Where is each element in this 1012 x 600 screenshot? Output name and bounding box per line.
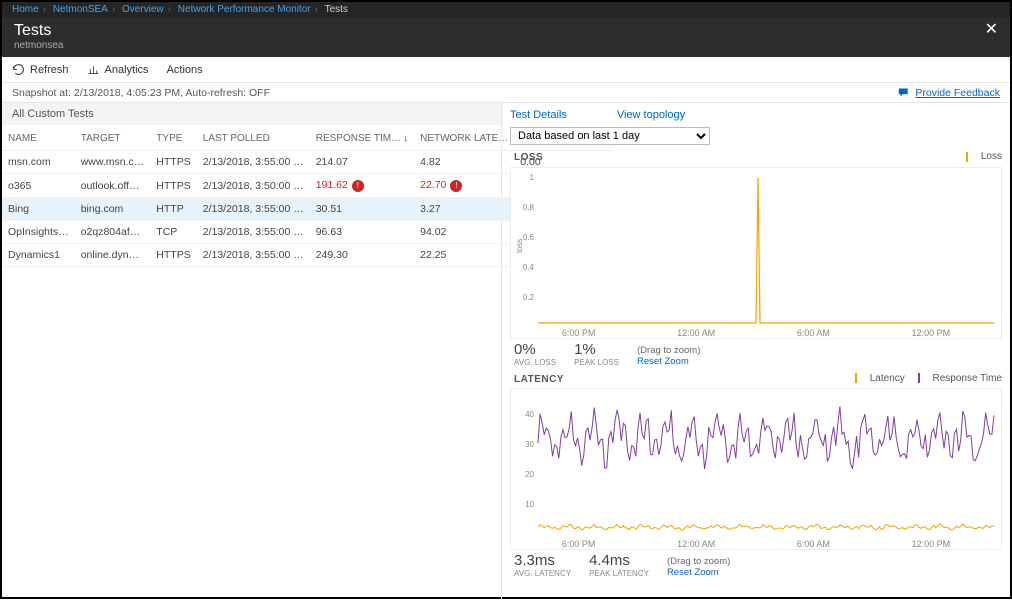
col-last-polled[interactable]: LAST POLLED [197, 125, 310, 151]
latency-chart[interactable]: 40 30 20 10 6:00 PM 12:00 AM 6:00 AM 12:… [510, 388, 1002, 550]
refresh-button[interactable]: Refresh [12, 63, 69, 76]
col-response-time[interactable]: RESPONSE TIM…↓ [310, 125, 414, 151]
crumb-home[interactable]: Home [12, 4, 39, 15]
crumb-overview[interactable]: Overview [122, 4, 164, 15]
tab-test-details[interactable]: Test Details [510, 109, 567, 121]
sort-desc-icon: ↓ [403, 133, 408, 144]
breadcrumb: Home› NetmonSEA› Overview› Network Perfo… [2, 2, 1010, 18]
loss-series-line [538, 178, 994, 323]
analytics-icon [87, 63, 100, 76]
crumb-npm[interactable]: Network Performance Monitor [178, 4, 311, 15]
tab-view-topology[interactable]: View topology [617, 109, 685, 121]
svg-text:0.2: 0.2 [523, 293, 535, 302]
page-subtitle: netmonsea [14, 40, 63, 51]
loss-title: LOSS [514, 152, 543, 163]
snapshot-info: Snapshot at: 2/13/2018, 4:05:23 PM, Auto… [12, 87, 270, 99]
loss-chart-block: LOSS Loss 1 0.8 0.6 0.4 0.2 loss [510, 151, 1002, 371]
latency-drag-hint: (Drag to zoom) [667, 556, 730, 567]
error-icon: ! [352, 180, 364, 192]
analytics-label: Analytics [105, 64, 149, 76]
svg-text:1: 1 [530, 173, 535, 182]
loss-peak-stat: 1%PEAK LOSS [574, 341, 619, 367]
response-series-line [538, 406, 994, 469]
latency-title: LATENCY [514, 374, 564, 385]
col-target[interactable]: TARGET [75, 125, 151, 151]
svg-text:40: 40 [525, 410, 534, 419]
page-title: Tests [14, 22, 63, 40]
latency-avg-stat: 3.3msAVG. LATENCY [514, 552, 571, 578]
svg-text:20: 20 [525, 470, 534, 479]
close-icon[interactable]: ✕ [985, 22, 998, 38]
latency-legend-swatch [855, 373, 857, 383]
actions-label: Actions [167, 64, 203, 76]
col-name[interactable]: NAME [2, 125, 75, 151]
error-icon: ! [450, 180, 462, 192]
refresh-label: Refresh [30, 64, 69, 76]
col-type[interactable]: TYPE [150, 125, 196, 151]
loss-legend-swatch [966, 152, 968, 162]
page-header: Tests netmonsea ✕ [2, 18, 1010, 57]
latency-reset-zoom[interactable]: Reset Zoom [667, 567, 719, 578]
latency-peak-stat: 4.4msPEAK LATENCY [589, 552, 649, 578]
svg-text:0.4: 0.4 [523, 263, 535, 272]
time-range-select[interactable]: Data based on last 1 day [510, 127, 710, 145]
crumb-tests: Tests [325, 4, 348, 15]
feedback-icon [898, 86, 911, 99]
section-title: All Custom Tests [2, 103, 501, 125]
loss-drag-hint: (Drag to zoom) [637, 345, 700, 356]
crumb-netmonsea[interactable]: NetmonSEA [53, 4, 108, 15]
loss-reset-zoom[interactable]: Reset Zoom [637, 356, 689, 367]
svg-text:0.8: 0.8 [523, 203, 535, 212]
loss-chart[interactable]: 1 0.8 0.6 0.4 0.2 loss 6:00 PM 12:00 AM … [510, 167, 1002, 339]
col-network-latency[interactable]: NETWORK LATE… [414, 125, 514, 151]
svg-text:0.6: 0.6 [523, 233, 535, 242]
latency-legend: Latency Response Time [845, 373, 1002, 387]
details-panel: Test Details View topology Data based on… [502, 103, 1010, 600]
refresh-icon [12, 63, 25, 76]
svg-text:30: 30 [525, 440, 534, 449]
latency-series-line [538, 524, 994, 531]
svg-text:loss: loss [515, 238, 524, 252]
loss-legend: Loss [956, 151, 1002, 165]
loss-avg-stat: 0%AVG. LOSS [514, 341, 556, 367]
response-legend-swatch [918, 373, 920, 383]
analytics-button[interactable]: Analytics [87, 63, 149, 76]
actions-button[interactable]: Actions [167, 64, 203, 76]
tests-panel: All Custom Tests NAME TARGET TYPE LAST P… [2, 103, 502, 600]
provide-feedback-link[interactable]: Provide Feedback [898, 86, 1000, 99]
svg-text:10: 10 [525, 500, 534, 509]
latency-chart-block: LATENCY Latency Response Time 40 30 20 1… [510, 373, 1002, 583]
toolbar: Refresh Analytics Actions [2, 57, 1010, 83]
